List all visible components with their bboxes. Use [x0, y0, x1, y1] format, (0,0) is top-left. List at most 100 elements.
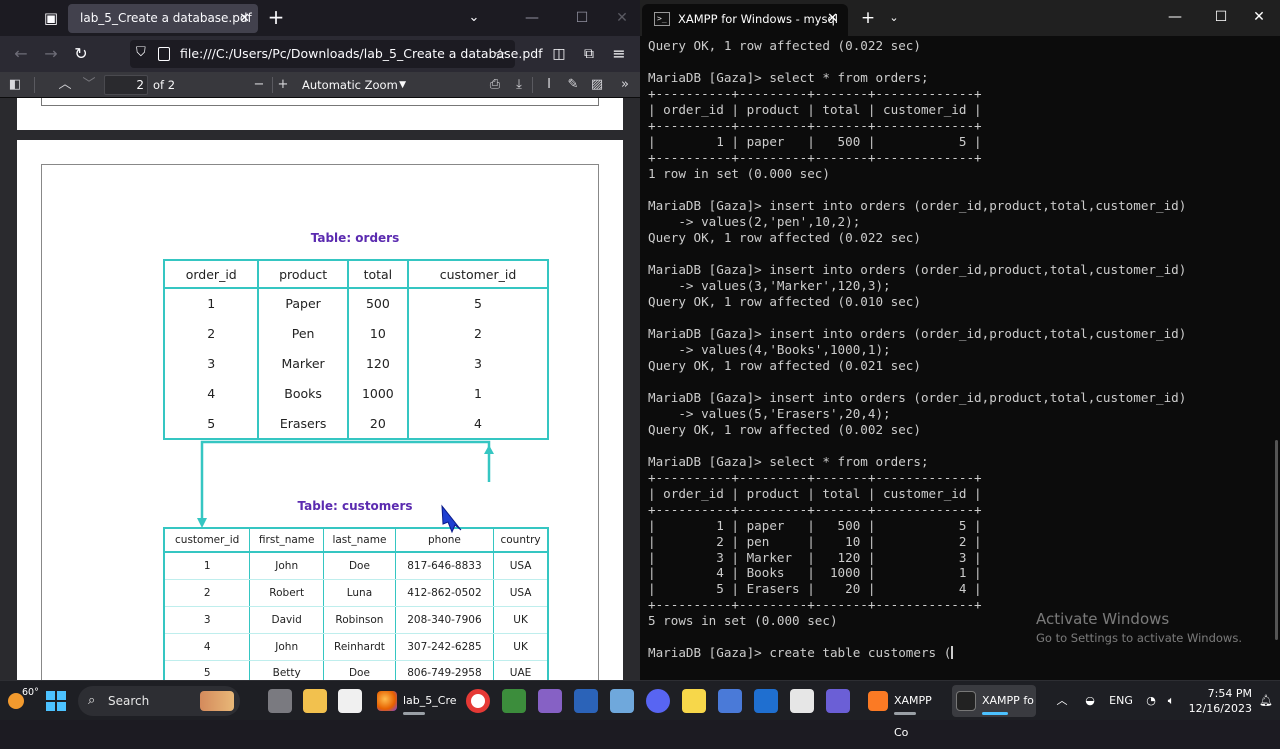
- chevron-up-icon[interactable]: ︿: [1052, 681, 1072, 721]
- clipchamp-icon[interactable]: [338, 689, 362, 713]
- close-tab-icon[interactable]: ✕: [239, 4, 250, 33]
- photos-icon[interactable]: [610, 689, 634, 713]
- pocket-icon[interactable]: ◫: [546, 41, 572, 67]
- terminal-line: -> values(2,'pen',10,2);: [648, 213, 861, 229]
- taskbar-app-terminal[interactable]: XAMPP fo: [952, 685, 1036, 717]
- orders-column-header: order_id: [162, 260, 260, 289]
- customers-cell: Betty: [249, 660, 325, 680]
- file-explorer-icon[interactable]: [303, 689, 327, 713]
- zoom-out-icon[interactable]: −: [248, 74, 270, 96]
- minimize-button[interactable]: —: [1152, 2, 1198, 32]
- customers-cell: 2: [163, 579, 251, 607]
- customers-cell: UAE: [493, 660, 549, 680]
- minimize-button[interactable]: —: [512, 4, 552, 32]
- chip-app-icon[interactable]: [826, 689, 850, 713]
- terminal-line: +----------+---------+-------+----------…: [648, 149, 982, 165]
- news-icon[interactable]: [718, 689, 742, 713]
- customers-row: 3 David Robinson 208-340-7906 UK: [163, 606, 549, 634]
- orders-row: 2 Pen 10 2: [162, 318, 549, 349]
- orders-row: 1 Paper 500 5: [162, 288, 549, 319]
- wifi-icon[interactable]: ◔: [1142, 681, 1160, 721]
- url-text[interactable]: file:///C:/Users/Pc/Downloads/lab_5_Crea…: [180, 40, 543, 68]
- maximize-button[interactable]: ☐: [562, 4, 602, 32]
- utility-icon[interactable]: [790, 689, 814, 713]
- customers-cell: 1: [163, 552, 251, 580]
- scrollbar[interactable]: [1275, 440, 1278, 640]
- print-icon[interactable]: ⎙: [484, 74, 506, 96]
- new-tab-button[interactable]: +: [262, 4, 290, 32]
- orders-table-caption: Table: orders: [310, 231, 400, 245]
- volume-icon[interactable]: 🔈︎: [1162, 681, 1180, 721]
- back-arrow-icon[interactable]: ←: [8, 41, 34, 67]
- terminal-output[interactable]: Query OK, 1 row affected (0.022 sec) Mar…: [648, 38, 1273, 678]
- notification-bell-icon[interactable]: 🔔︎: [1258, 681, 1274, 721]
- customers-cell: Luna: [323, 579, 396, 607]
- zoom-in-icon[interactable]: +: [272, 74, 294, 96]
- start-windows-icon[interactable]: [46, 691, 66, 711]
- draw-icon[interactable]: ✎: [562, 74, 584, 96]
- taskbar-app-firefox[interactable]: lab_5_Cre: [373, 685, 457, 717]
- sidebar-toggle-icon[interactable]: ◧: [4, 74, 26, 96]
- discord-icon[interactable]: [646, 689, 670, 713]
- search-icon: ⌕: [88, 693, 96, 708]
- terminal-line: MariaDB [Gaza]> select * from orders;: [648, 453, 929, 469]
- terminal-input-line[interactable]: MariaDB [Gaza]> create table customers (: [648, 645, 951, 660]
- pdf-page-1: [17, 98, 623, 130]
- tab-pdf[interactable]: lab_5_Create a database.pdf ✕: [68, 4, 258, 33]
- bookmark-star-icon[interactable]: ☆: [494, 40, 507, 68]
- customers-table: customer_id first_name last_name phone count…: [163, 527, 549, 680]
- tab-overflow-chevron-icon[interactable]: ⌄: [462, 6, 486, 30]
- pdf-viewer[interactable]: Table: orders order_id product total custom…: [0, 98, 640, 680]
- terminal-line: Query OK, 1 row affected (0.010 sec): [648, 293, 921, 309]
- save-icon[interactable]: ⤓: [508, 74, 530, 96]
- reload-icon[interactable]: ↻: [68, 41, 94, 67]
- terminal-line: MariaDB [Gaza]> insert into orders (orde…: [648, 261, 1187, 277]
- forward-arrow-icon[interactable]: →: [38, 41, 64, 67]
- chrome-like-icon[interactable]: [466, 689, 490, 713]
- terminal-line: MariaDB [Gaza]> insert into orders (orde…: [648, 325, 1187, 341]
- terminal-line: Query OK, 1 row affected (0.021 sec): [648, 357, 921, 373]
- app-icon[interactable]: [502, 689, 526, 713]
- terminal-line: +----------+---------+-------+----------…: [648, 117, 982, 133]
- powershell-icon[interactable]: [574, 689, 598, 713]
- text-tool-icon[interactable]: I: [538, 74, 560, 96]
- customers-cell: John: [249, 552, 325, 580]
- next-page-icon[interactable]: ﹀: [78, 74, 100, 96]
- previous-page-icon[interactable]: ︿: [54, 74, 76, 96]
- customers-cell: USA: [493, 579, 549, 607]
- more-tools-icon[interactable]: »: [614, 74, 636, 96]
- page-number-input[interactable]: 2: [104, 75, 148, 95]
- close-window-button[interactable]: ✕: [1236, 2, 1280, 32]
- zoom-select[interactable]: Automatic Zoom ▼: [296, 75, 412, 95]
- orders-cell: 1: [407, 378, 549, 409]
- terminal-tab-title: XAMPP for Windows - mysql: [678, 12, 838, 26]
- mail-icon[interactable]: [754, 689, 778, 713]
- network-status-icon[interactable]: ◒: [1080, 681, 1100, 721]
- customers-cell: 4: [163, 633, 251, 661]
- visual-studio-icon[interactable]: [538, 689, 562, 713]
- tab-title: lab_5_Create a database.pdf: [80, 11, 252, 25]
- menu-hamburger-icon[interactable]: ≡: [606, 41, 632, 67]
- customers-cell: UK: [493, 606, 549, 634]
- close-window-button[interactable]: ✕: [602, 4, 642, 32]
- sticky-notes-icon[interactable]: [682, 689, 706, 713]
- close-tab-icon[interactable]: ✕: [827, 4, 838, 34]
- customers-column-header: first_name: [249, 528, 325, 553]
- customers-cell: 307-242-6285: [394, 633, 495, 661]
- task-view-icon[interactable]: [268, 689, 292, 713]
- terminal-tab[interactable]: >_ XAMPP for Windows - mysql ✕: [642, 4, 848, 36]
- new-tab-button[interactable]: +: [856, 4, 880, 32]
- image-icon[interactable]: ▨: [586, 74, 608, 96]
- clock[interactable]: 7:54 PM 12/16/2023: [1188, 686, 1252, 716]
- terminal-line: | 1 | paper | 500 | 5 |: [648, 133, 982, 149]
- chevron-down-icon[interactable]: ⌄: [882, 4, 906, 32]
- weather-widget[interactable]: 60°: [6, 685, 40, 717]
- running-indicator: [894, 712, 916, 715]
- taskbar-app-xampp-control[interactable]: XAMPP Co: [864, 685, 948, 739]
- url-bar[interactable]: ⛉ file:///C:/Users/Pc/Downloads/lab_5_Cr…: [130, 40, 543, 68]
- extensions-icon[interactable]: ⧉: [576, 41, 602, 67]
- taskbar-search[interactable]: ⌕ Search: [78, 686, 240, 716]
- shield-icon[interactable]: ⛉: [136, 45, 152, 63]
- list-all-tabs-icon[interactable]: ▣: [36, 4, 66, 32]
- language-indicator[interactable]: ENG: [1106, 681, 1136, 721]
